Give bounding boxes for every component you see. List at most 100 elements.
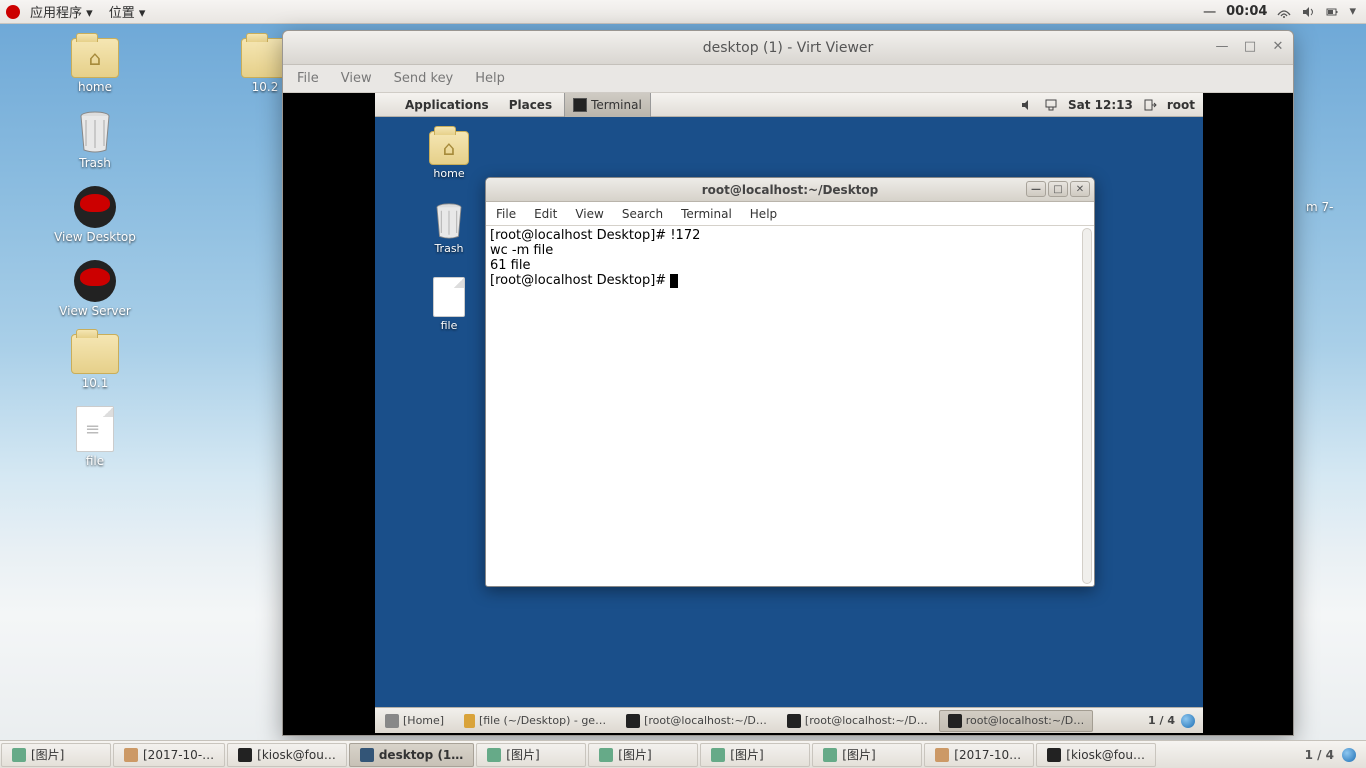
image-viewer-icon [599, 748, 613, 762]
close-button[interactable]: ✕ [1271, 39, 1285, 53]
menu-send-key[interactable]: Send key [394, 71, 454, 86]
user-menu-arrow-icon[interactable]: ▾ [1349, 4, 1356, 19]
guest-workspace-indicator[interactable]: 1 / 4 [1140, 714, 1203, 728]
redhat-logo-icon [6, 5, 20, 19]
virt-viewer-menubar: File View Send key Help [283, 65, 1293, 93]
terminal-titlebar[interactable]: root@localhost:~/Desktop — □ ✕ [486, 178, 1094, 202]
guest-logout-icon[interactable] [1143, 98, 1157, 112]
dock-item[interactable]: [图片] [588, 743, 698, 767]
guest-active-task[interactable]: Terminal [564, 93, 651, 117]
terminal-scrollbar[interactable] [1082, 228, 1092, 584]
guest-network-icon[interactable] [1044, 98, 1058, 112]
host-workspace-indicator[interactable]: 1 / 4 [1295, 748, 1366, 762]
menu-view[interactable]: View [341, 71, 372, 86]
host-bottom-panel: [图片] [2017-10-… [kiosk@fou… desktop (1… … [0, 740, 1366, 768]
virt-viewer-icon [360, 748, 374, 762]
virt-viewer-titlebar[interactable]: desktop (1) - Virt Viewer — □ ✕ [283, 31, 1293, 65]
nautilus-icon [385, 714, 399, 728]
guest-icon-home[interactable]: home [419, 131, 479, 180]
guest-apps-menu[interactable]: Applications [397, 93, 497, 117]
terminal-icon [626, 714, 640, 728]
battery-icon[interactable] [1325, 5, 1339, 19]
dock-item-active[interactable]: desktop (1… [349, 743, 474, 767]
guest-user-label[interactable]: root [1167, 98, 1195, 112]
terminal-title: root@localhost:~/Desktop [702, 183, 879, 197]
terminal-icon [787, 714, 801, 728]
image-viewer-icon [12, 748, 26, 762]
redhat-logo-icon [381, 99, 393, 111]
guest-places-menu[interactable]: Places [501, 93, 560, 117]
terminal-minimize-button[interactable]: — [1026, 181, 1046, 197]
host-clock[interactable]: 00:04 [1226, 4, 1267, 19]
image-viewer-icon [487, 748, 501, 762]
virt-viewer-framebuffer[interactable]: Applications Places Terminal Sat 12:13 r… [283, 93, 1293, 735]
guest-taskbar: [Home] [file (~/Desktop) - ge… [root@loc… [375, 707, 1203, 733]
term-menu-help[interactable]: Help [750, 207, 777, 221]
term-menu-edit[interactable]: Edit [534, 207, 557, 221]
guest-clock[interactable]: Sat 12:13 [1068, 98, 1133, 112]
workspace-dot-icon [1342, 748, 1356, 762]
guest-task-terminal-2[interactable]: [root@localhost:~/D… [778, 710, 937, 732]
places-menu[interactable]: 位置 ▾ [103, 2, 152, 21]
dock-item[interactable]: [图片] [1, 743, 111, 767]
workspace-dot-icon [1181, 714, 1195, 728]
term-line: 61 file [490, 258, 530, 273]
terminal-menubar: File Edit View Search Terminal Help [486, 202, 1094, 226]
maximize-button[interactable]: □ [1243, 39, 1257, 53]
volume-icon[interactable] [1301, 5, 1315, 19]
gedit-icon [464, 714, 475, 728]
trash-icon [74, 110, 116, 154]
term-menu-terminal[interactable]: Terminal [681, 207, 732, 221]
desktop-icon-file[interactable]: file [40, 406, 150, 468]
dock-item[interactable]: [2017-10-… [113, 743, 225, 767]
dock-item[interactable]: [2017-10… [924, 743, 1034, 767]
guest-volume-icon[interactable] [1020, 98, 1034, 112]
guest-task-terminal-active[interactable]: root@localhost:~/D… [939, 710, 1094, 732]
menu-file[interactable]: File [297, 71, 319, 86]
dock-item[interactable]: [图片] [476, 743, 586, 767]
terminal-icon [1047, 748, 1061, 762]
guest-top-panel: Applications Places Terminal Sat 12:13 r… [375, 93, 1203, 117]
terminal-body[interactable]: [root@localhost Desktop]# !172 wc -m fil… [486, 226, 1094, 586]
terminal-window: root@localhost:~/Desktop — □ ✕ File Edit… [485, 177, 1095, 587]
minimize-button[interactable]: — [1215, 39, 1229, 53]
menu-help[interactable]: Help [475, 71, 505, 86]
host-top-panel: 应用程序 ▾ 位置 ▾ 一 00:04 ▾ [0, 0, 1366, 24]
guest-icon-trash[interactable]: Trash [419, 202, 479, 255]
guest-task-terminal-1[interactable]: [root@localhost:~/D… [617, 710, 776, 732]
virt-viewer-window: desktop (1) - Virt Viewer — □ ✕ File Vie… [282, 30, 1294, 736]
desktop-icon-10-1[interactable]: 10.1 [40, 334, 150, 390]
desktop-icon-view-server[interactable]: View Server [40, 260, 150, 318]
dock-item[interactable]: [kiosk@fou… [1036, 743, 1156, 767]
terminal-maximize-button[interactable]: □ [1048, 181, 1068, 197]
host-desktop-icons: home 10.2 Trash View Desktop View Server… [40, 38, 320, 468]
network-icon[interactable] [1277, 5, 1291, 19]
term-line: wc -m file [490, 243, 553, 258]
term-menu-search[interactable]: Search [622, 207, 663, 221]
image-viewer-icon [935, 748, 949, 762]
term-line: [root@localhost Desktop]# !172 [490, 228, 700, 243]
term-menu-view[interactable]: View [575, 207, 603, 221]
folder-icon [71, 334, 119, 374]
clock-prefix: 一 [1203, 2, 1216, 21]
truncated-right-icons: m 7- [1306, 200, 1366, 214]
desktop-icon-view-desktop[interactable]: View Desktop [40, 186, 150, 244]
terminal-icon [238, 748, 252, 762]
guest-task-gedit[interactable]: [file (~/Desktop) - ge… [455, 710, 615, 732]
dock-item[interactable]: [图片] [812, 743, 922, 767]
dock-item[interactable]: [kiosk@fou… [227, 743, 347, 767]
apps-menu[interactable]: 应用程序 ▾ [24, 2, 99, 21]
text-file-icon [76, 406, 114, 452]
redhat-disk-icon [74, 186, 116, 228]
term-menu-file[interactable]: File [496, 207, 516, 221]
terminal-icon [948, 714, 962, 728]
image-viewer-icon [711, 748, 725, 762]
image-viewer-icon [823, 748, 837, 762]
desktop-icon-home[interactable]: home [40, 38, 150, 94]
dock-item[interactable]: [图片] [700, 743, 810, 767]
guest-task-home[interactable]: [Home] [376, 710, 453, 732]
guest-desktop-area[interactable]: home Trash file root@localhost:~/Desktop [375, 117, 1203, 707]
terminal-close-button[interactable]: ✕ [1070, 181, 1090, 197]
desktop-icon-trash[interactable]: Trash [40, 110, 150, 170]
guest-icon-file[interactable]: file [419, 277, 479, 332]
